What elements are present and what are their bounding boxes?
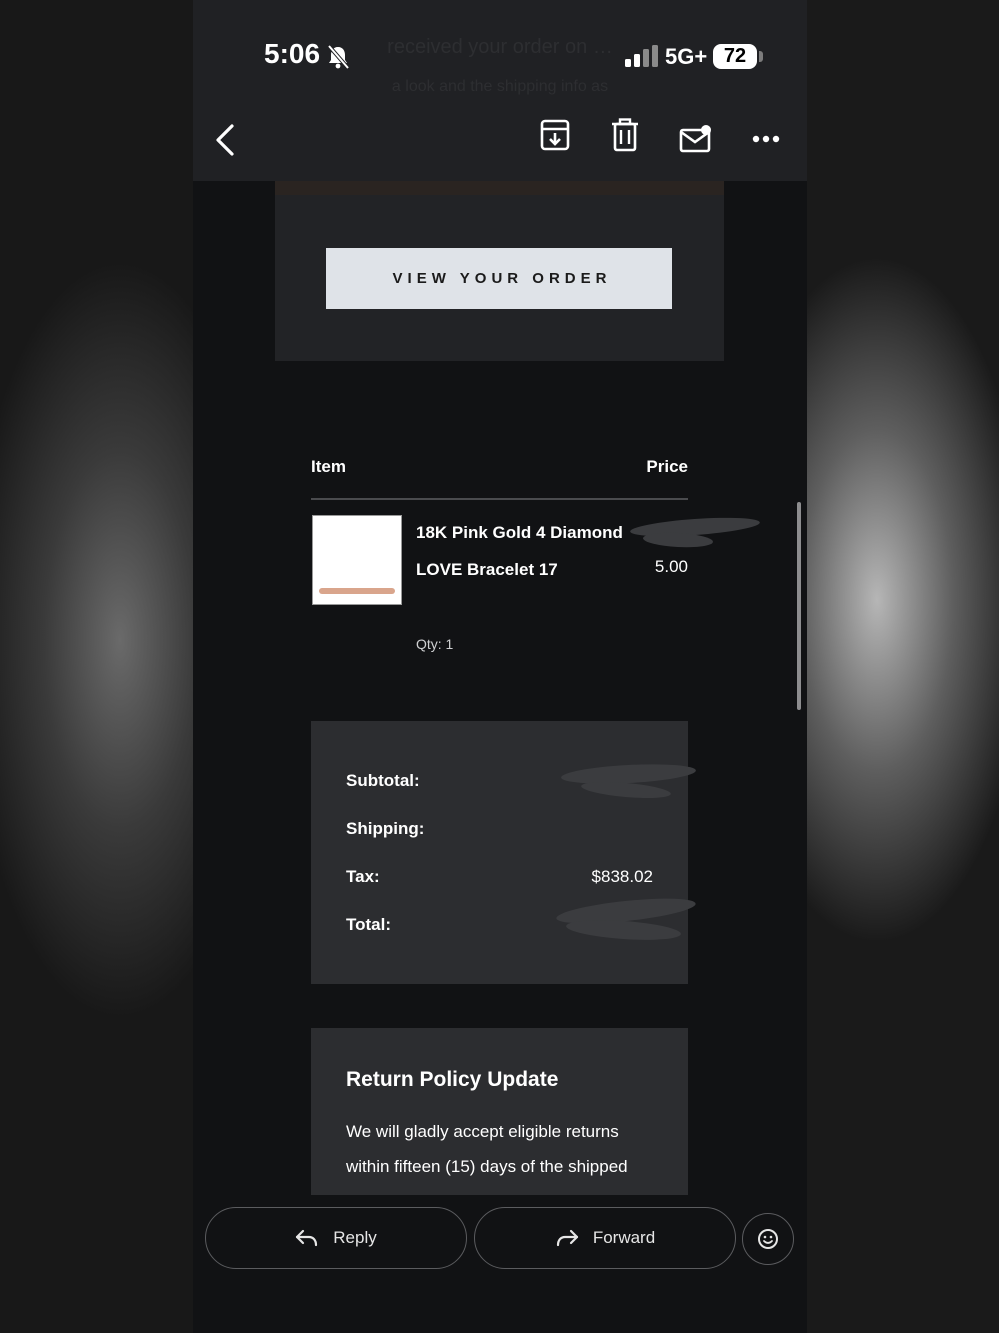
reply-icon: [296, 1229, 318, 1247]
reply-label: Reply: [333, 1228, 377, 1247]
subtotal-label: Subtotal:: [346, 771, 420, 790]
top-bar: received your order on … a look and the …: [193, 0, 807, 181]
cellular-signal-icon: [625, 45, 658, 67]
tax-value: $838.02: [591, 867, 653, 886]
table-divider: [311, 498, 688, 500]
forward-icon: [556, 1229, 578, 1247]
view-order-button[interactable]: VIEW YOUR ORDER: [326, 248, 672, 309]
battery-tip: [759, 51, 763, 62]
item-column-header: Item: [311, 457, 346, 476]
return-policy-title: Return Policy Update: [346, 1068, 559, 1091]
right-backdrop: [807, 0, 999, 1333]
mail-unread-icon[interactable]: [679, 124, 713, 154]
return-policy-text: We will gladly accept eligible returns w…: [346, 1122, 628, 1176]
chevron-left-icon[interactable]: [212, 122, 238, 158]
return-policy-card: Return Policy Update We will gladly acce…: [311, 1028, 688, 1195]
product-price: 5.00: [654, 557, 688, 576]
emoji-reaction-icon: [758, 1229, 778, 1249]
bracelet-image: [319, 588, 395, 594]
scrollbar[interactable]: [797, 502, 801, 710]
status-time: 5:06: [264, 38, 321, 69]
archive-icon[interactable]: [539, 118, 571, 152]
forward-button[interactable]: Forward: [474, 1207, 736, 1269]
product-name[interactable]: 18K Pink Gold 4 Diamond LOVE Bracelet 17: [416, 515, 631, 588]
action-bar: Reply Forward: [193, 1195, 807, 1333]
product-quantity: Qty: 1: [416, 636, 454, 652]
battery-indicator: 72: [713, 44, 757, 69]
reply-button[interactable]: Reply: [205, 1207, 467, 1269]
total-label: Total:: [346, 915, 392, 934]
tax-label: Tax:: [346, 867, 380, 886]
price-column-header: Price: [646, 457, 688, 476]
bell-muted-icon: [327, 44, 350, 70]
product-image[interactable]: [312, 515, 402, 605]
more-horizontal-icon[interactable]: [752, 134, 780, 144]
redaction-scribble: [580, 779, 672, 801]
network-type: 5G+: [665, 44, 708, 69]
view-order-card: VIEW YOUR ORDER: [275, 181, 724, 361]
trash-icon[interactable]: [610, 118, 640, 152]
redaction-scribble: [565, 917, 682, 943]
email-body[interactable]: VIEW YOUR ORDER Item Price 18K Pink Gold…: [193, 181, 807, 1195]
order-totals-card: Subtotal: Shipping: Tax: $838.02 Total:: [311, 721, 697, 984]
shipping-label: Shipping:: [346, 819, 425, 838]
phone-screen: received your order on … a look and the …: [193, 0, 807, 1333]
left-backdrop: [0, 0, 193, 1333]
ghost-header-line2: a look and the shipping info as: [391, 78, 609, 95]
emoji-reaction-button[interactable]: [742, 1213, 794, 1265]
forward-label: Forward: [592, 1228, 656, 1247]
